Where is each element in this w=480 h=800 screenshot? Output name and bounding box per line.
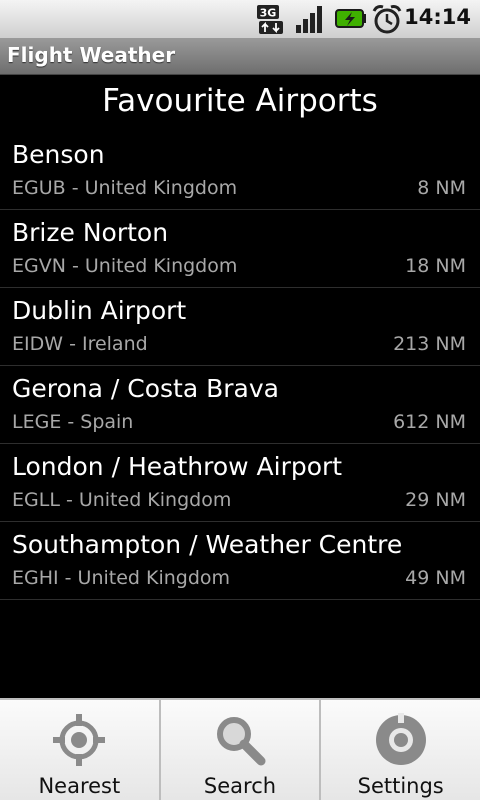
title-bar: Flight Weather [0, 38, 480, 75]
status-clock: 14:14 [404, 5, 471, 29]
airport-distance: 18 NM [405, 255, 466, 277]
search-button[interactable]: Search [158, 698, 320, 800]
signal-strength-icon [294, 3, 328, 39]
airport-list-item[interactable]: Gerona / Costa Brava LEGE - Spain 612 NM [0, 366, 480, 444]
magnifier-icon [212, 712, 268, 772]
airport-name: Dublin Airport [12, 296, 187, 325]
airport-name: Benson [12, 140, 105, 169]
airport-distance: 8 NM [417, 177, 466, 199]
settings-button-label: Settings [357, 774, 444, 798]
nearest-button[interactable]: Nearest [0, 698, 159, 800]
mobile-data-3g-icon: 3G [256, 3, 290, 39]
airport-distance: 213 NM [393, 333, 466, 355]
airport-code-country: EGUB - United Kingdom [12, 177, 238, 199]
airport-code-country: EGVN - United Kingdom [12, 255, 238, 277]
airport-code-country: EGLL - United Kingdom [12, 489, 232, 511]
airport-list-item[interactable]: London / Heathrow Airport EGLL - United … [0, 444, 480, 522]
crosshair-icon [51, 712, 107, 772]
airport-list-item[interactable]: Brize Norton EGVN - United Kingdom 18 NM [0, 210, 480, 288]
airport-list: Benson EGUB - United Kingdom 8 NM Brize … [0, 132, 480, 600]
airport-name: Brize Norton [12, 218, 169, 247]
airport-list-item[interactable]: Southampton / Weather Centre EGHI - Unit… [0, 522, 480, 600]
nearest-button-label: Nearest [38, 774, 121, 798]
alarm-clock-icon [371, 3, 403, 39]
network-type-label: 3G [260, 7, 277, 20]
airport-distance: 29 NM [405, 489, 466, 511]
settings-button[interactable]: Settings [319, 698, 480, 800]
airport-distance: 49 NM [405, 567, 466, 589]
search-button-label: Search [203, 774, 277, 798]
airport-code-country: LEGE - Spain [12, 411, 134, 433]
airport-code-country: EIDW - Ireland [12, 333, 148, 355]
airport-name: Southampton / Weather Centre [12, 530, 403, 559]
dial-icon [373, 712, 429, 772]
airport-name: London / Heathrow Airport [12, 452, 343, 481]
airport-list-item[interactable]: Dublin Airport EIDW - Ireland 213 NM [0, 288, 480, 366]
battery-charging-icon [334, 3, 368, 39]
airport-name: Gerona / Costa Brava [12, 374, 279, 403]
airport-list-item[interactable]: Benson EGUB - United Kingdom 8 NM [0, 132, 480, 210]
airport-code-country: EGHI - United Kingdom [12, 567, 231, 589]
status-bar: 3G 14:14 [0, 0, 480, 38]
bottom-action-bar: Nearest Search Settings [0, 698, 480, 800]
page-title: Favourite Airports [102, 83, 378, 119]
app-title: Flight Weather [7, 43, 176, 67]
airport-distance: 612 NM [393, 411, 466, 433]
